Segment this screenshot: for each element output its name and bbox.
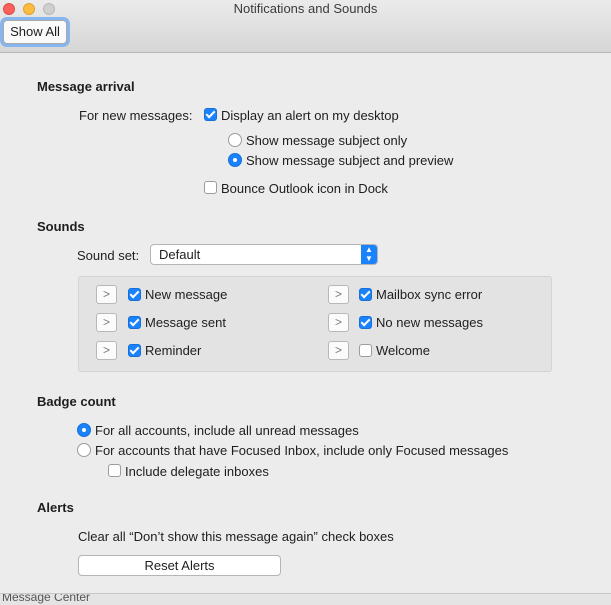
display-alert-label[interactable]: Display an alert on my desktop (221, 108, 399, 123)
sound-label[interactable]: New message (145, 287, 227, 302)
focused-only-radio[interactable] (77, 443, 91, 457)
sound-checkbox[interactable] (359, 316, 372, 329)
sounds-heading: Sounds (37, 219, 85, 234)
alerts-heading: Alerts (37, 500, 74, 515)
delegate-inboxes-checkbox[interactable] (108, 464, 121, 477)
sound-checkbox[interactable] (128, 316, 141, 329)
background-window-strip: Message Center (0, 593, 611, 605)
sound-label[interactable]: No new messages (376, 315, 483, 330)
title-bar: Notifications and Sounds Show All (0, 0, 611, 53)
display-alert-checkbox[interactable] (204, 108, 217, 121)
sound-checkbox[interactable] (359, 344, 372, 357)
bounce-icon-checkbox[interactable] (204, 181, 217, 194)
for-new-messages-label: For new messages: (79, 108, 193, 123)
badge-count-heading: Badge count (37, 394, 116, 409)
background-window-text: Message Center (2, 593, 91, 604)
bounce-icon-label[interactable]: Bounce Outlook icon in Dock (221, 181, 388, 196)
play-sound-button[interactable]: > (96, 341, 117, 360)
sound-checkbox[interactable] (128, 344, 141, 357)
show-all-button[interactable]: Show All (3, 20, 67, 44)
sound-label[interactable]: Reminder (145, 343, 201, 358)
sound-checkbox[interactable] (359, 288, 372, 301)
play-chevron-icon: > (102, 287, 110, 301)
alerts-description: Clear all “Don’t show this message again… (78, 529, 394, 544)
select-arrows-icon: ▲ ▼ (361, 245, 377, 264)
reset-alerts-button[interactable]: Reset Alerts (78, 555, 281, 576)
play-sound-button[interactable]: > (96, 285, 117, 304)
play-chevron-icon: > (334, 343, 342, 357)
play-sound-button[interactable]: > (328, 341, 349, 360)
play-chevron-icon: > (102, 315, 110, 329)
subject-only-label[interactable]: Show message subject only (246, 133, 407, 148)
subject-preview-radio[interactable] (228, 153, 242, 167)
sound-label[interactable]: Message sent (145, 315, 226, 330)
sound-label[interactable]: Welcome (376, 343, 430, 358)
play-chevron-icon: > (334, 315, 342, 329)
play-sound-button[interactable]: > (328, 313, 349, 332)
all-unread-label[interactable]: For all accounts, include all unread mes… (95, 423, 359, 438)
subject-only-radio[interactable] (228, 133, 242, 147)
delegate-inboxes-label[interactable]: Include delegate inboxes (125, 464, 269, 479)
focused-only-label[interactable]: For accounts that have Focused Inbox, in… (95, 443, 508, 458)
play-chevron-icon: > (102, 343, 110, 357)
sound-set-value: Default (159, 247, 201, 262)
play-chevron-icon: > (334, 287, 342, 301)
all-unread-radio[interactable] (77, 423, 91, 437)
sound-checkbox[interactable] (128, 288, 141, 301)
sound-set-select[interactable]: Default ▲ ▼ (150, 244, 378, 265)
play-sound-button[interactable]: > (96, 313, 117, 332)
window-title: Notifications and Sounds (233, 1, 378, 16)
subject-preview-label[interactable]: Show message subject and preview (246, 153, 453, 168)
play-sound-button[interactable]: > (328, 285, 349, 304)
message-arrival-heading: Message arrival (37, 79, 135, 94)
sound-label[interactable]: Mailbox sync error (376, 287, 482, 302)
sound-set-label: Sound set: (77, 248, 140, 263)
